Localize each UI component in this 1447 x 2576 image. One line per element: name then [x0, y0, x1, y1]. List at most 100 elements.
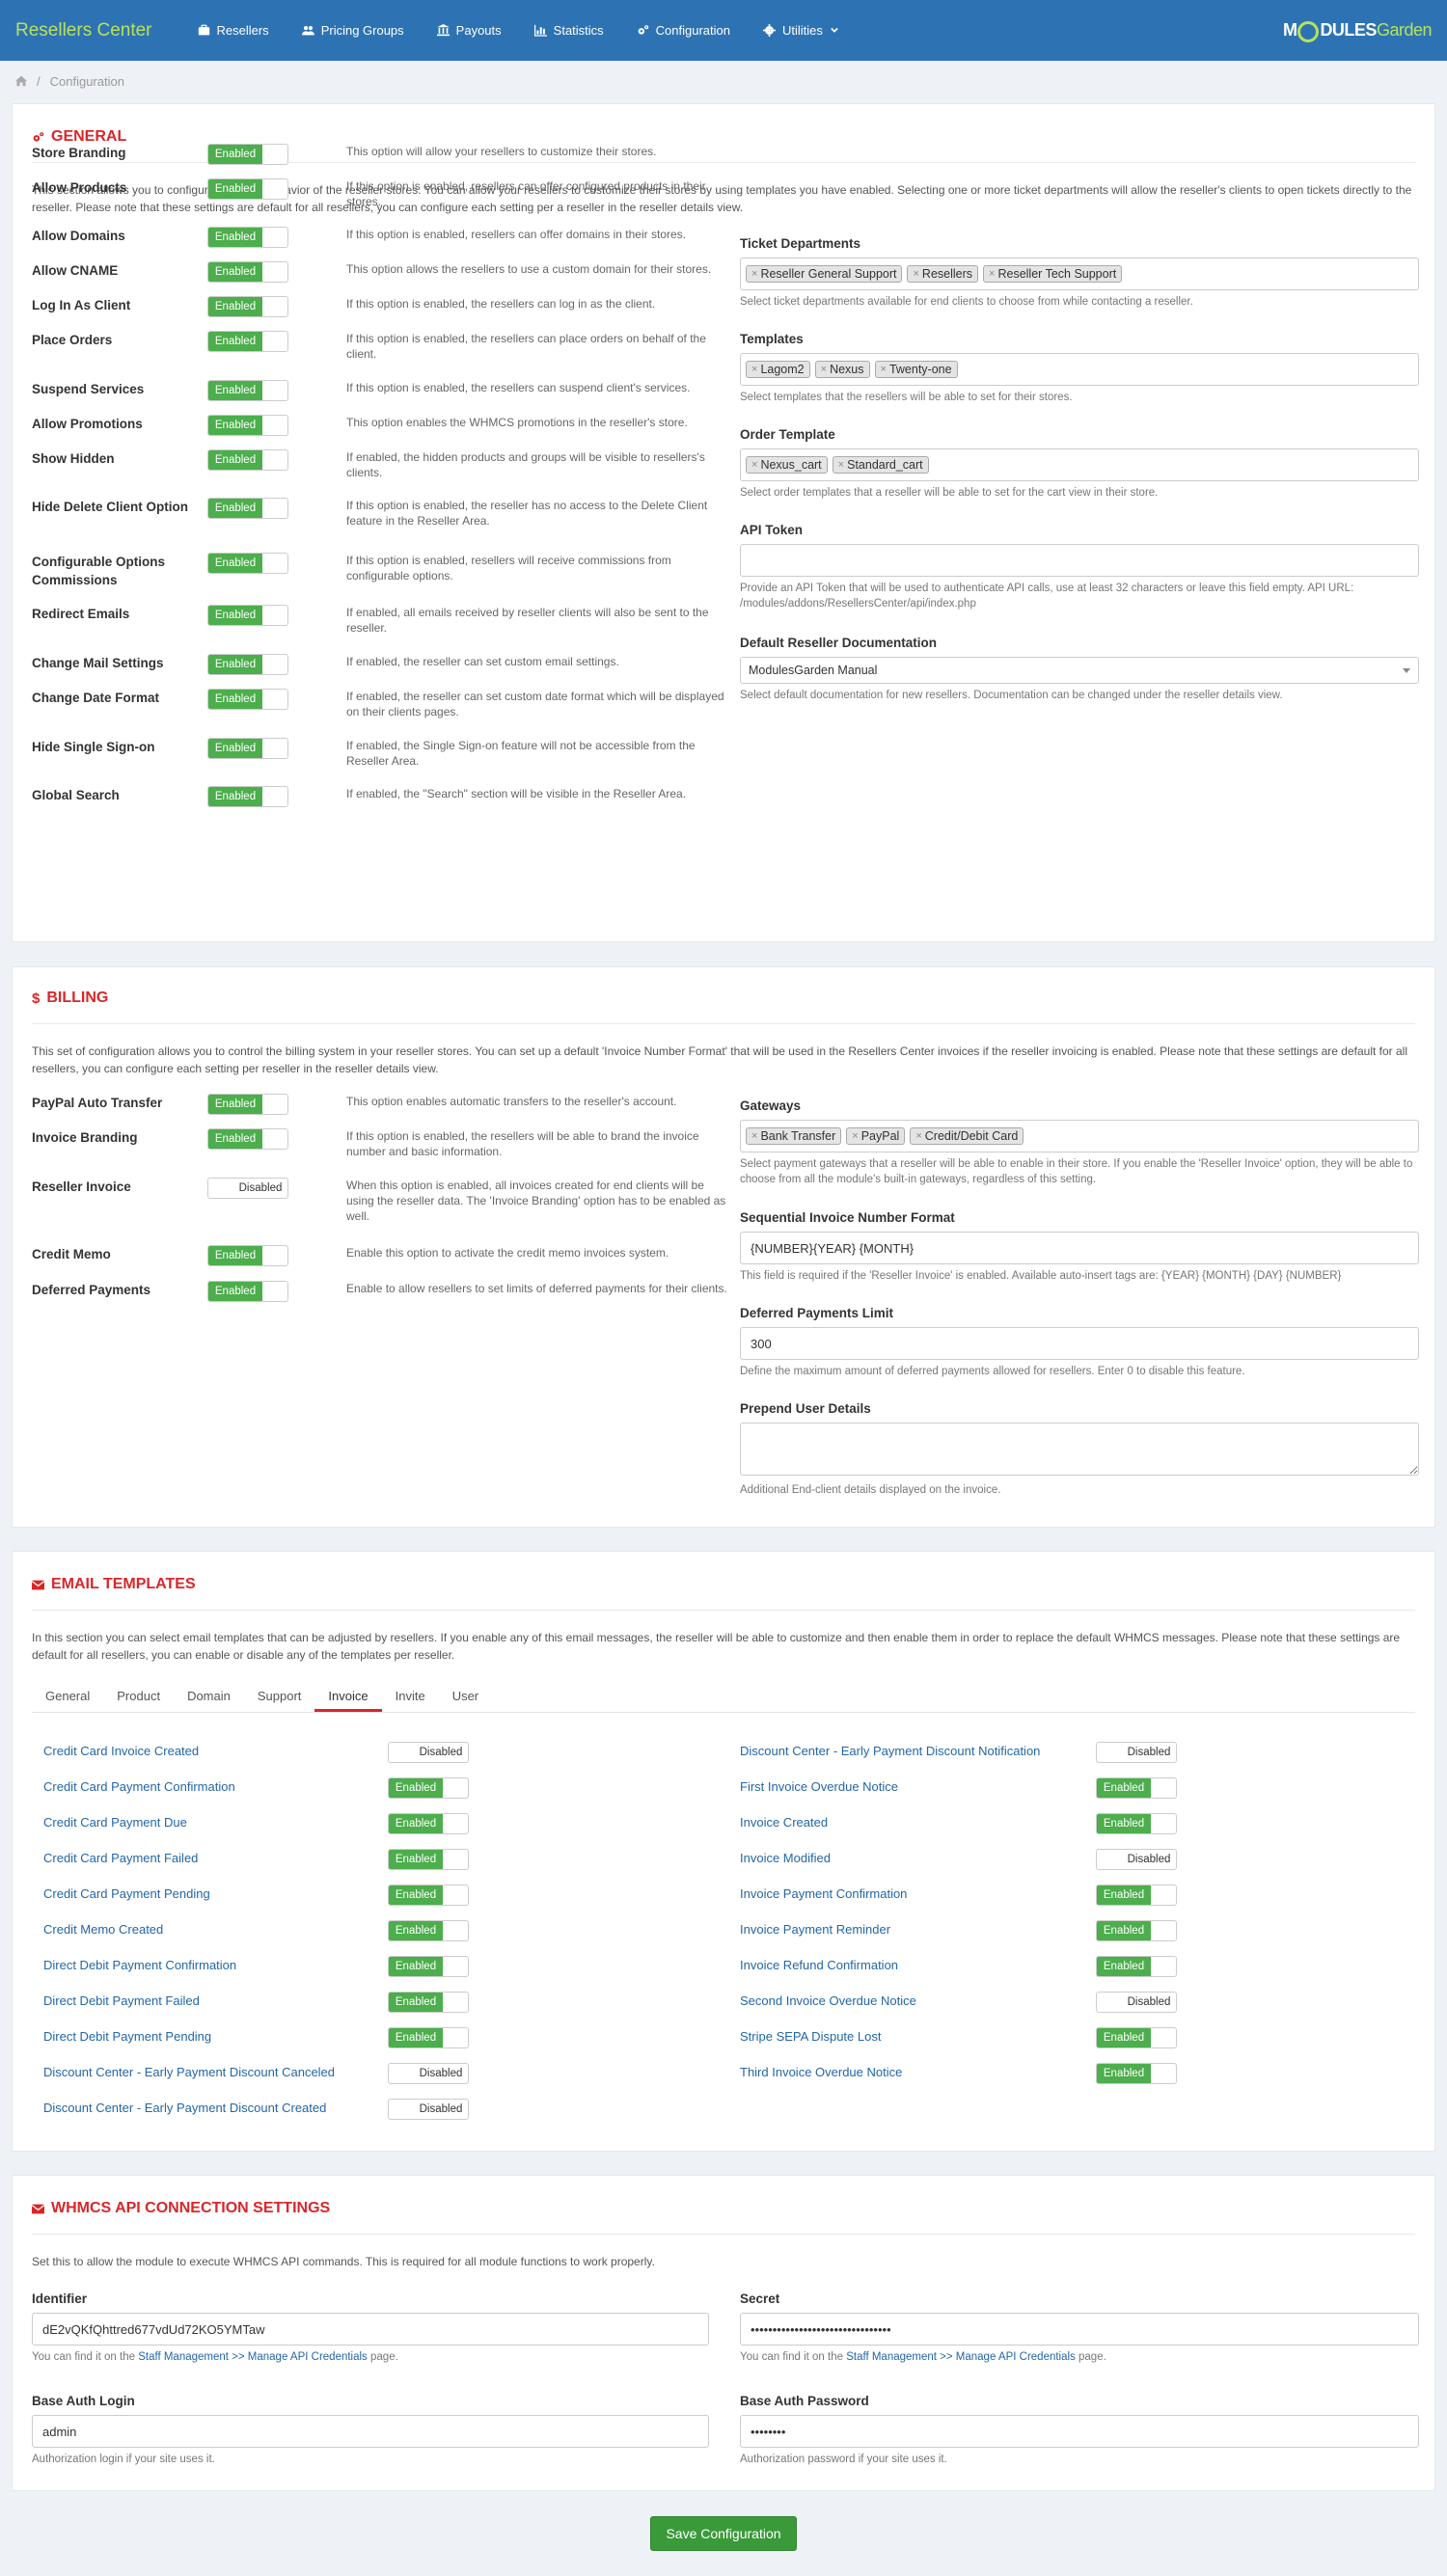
nav-utilities[interactable]: Utilities: [747, 23, 856, 38]
auth-password-input[interactable]: ••••••••: [740, 2415, 1419, 2448]
toggle-configurable-options-commissions[interactable]: Enabled: [207, 553, 288, 574]
email-template-toggle[interactable]: Enabled: [388, 2027, 469, 2048]
toggle-allow-promotions[interactable]: Enabled: [207, 415, 288, 436]
email-template-link[interactable]: Discount Center - Early Payment Discount…: [43, 2063, 335, 2082]
email-template-link[interactable]: Discount Center - Early Payment Discount…: [740, 1742, 1040, 1761]
email-template-link[interactable]: Invoice Modified: [740, 1849, 831, 1868]
remove-tag-icon[interactable]: ×: [751, 459, 757, 471]
toggle-reseller-invoice[interactable]: Disabled: [207, 1178, 288, 1199]
prepend-textarea[interactable]: [740, 1423, 1419, 1476]
email-template-link[interactable]: Credit Memo Created: [43, 1920, 163, 1939]
tab-invite[interactable]: Invite: [382, 1680, 439, 1712]
tab-invoice[interactable]: Invoice: [314, 1680, 382, 1712]
email-template-toggle[interactable]: Disabled: [388, 2099, 469, 2120]
email-template-toggle[interactable]: Enabled: [388, 1849, 469, 1870]
toggle-allow-cname[interactable]: Enabled: [207, 261, 288, 283]
email-template-toggle[interactable]: Enabled: [1096, 2027, 1177, 2048]
email-template-link[interactable]: Credit Card Payment Pending: [43, 1885, 210, 1904]
toggle-log-in-as-client[interactable]: Enabled: [207, 296, 288, 317]
nav-resellers[interactable]: Resellers: [181, 23, 286, 38]
email-template-toggle[interactable]: Disabled: [1096, 1849, 1177, 1870]
email-template-link[interactable]: Credit Card Payment Failed: [43, 1849, 198, 1868]
toggle-paypal-auto-transfer[interactable]: Enabled: [207, 1094, 288, 1115]
email-template-toggle[interactable]: Enabled: [1096, 1956, 1177, 1977]
email-template-link[interactable]: Invoice Payment Reminder: [740, 1920, 890, 1939]
remove-tag-icon[interactable]: ×: [915, 1130, 921, 1142]
email-template-toggle[interactable]: Enabled: [1096, 1777, 1177, 1799]
email-template-link[interactable]: Third Invoice Overdue Notice: [740, 2063, 902, 2082]
nav-configuration[interactable]: Configuration: [620, 23, 747, 38]
tab-user[interactable]: User: [439, 1680, 492, 1712]
order-template-select[interactable]: × Nexus_cart × Standard_cart: [740, 448, 1419, 481]
remove-tag-icon[interactable]: ×: [881, 364, 887, 375]
email-template-toggle[interactable]: Enabled: [388, 1992, 469, 2013]
manage-api-credentials-link[interactable]: Staff Management >> Manage API Credentia…: [846, 2351, 1076, 2363]
gateways-select[interactable]: × Bank Transfer × PayPal × Credit/Debit Card: [740, 1120, 1419, 1152]
email-template-link[interactable]: Direct Debit Payment Failed: [43, 1992, 200, 2011]
email-template-toggle[interactable]: Enabled: [1096, 1885, 1177, 1906]
email-template-toggle[interactable]: Enabled: [388, 1777, 469, 1799]
email-template-toggle[interactable]: Disabled: [388, 1742, 469, 1763]
remove-tag-icon[interactable]: ×: [852, 1130, 858, 1142]
seq-format-input[interactable]: {NUMBER}{YEAR} {MONTH}: [740, 1232, 1419, 1264]
toggle-allow-domains[interactable]: Enabled: [207, 227, 288, 248]
email-template-link[interactable]: Direct Debit Payment Confirmation: [43, 1956, 236, 1975]
email-template-link[interactable]: Invoice Payment Confirmation: [740, 1885, 907, 1904]
remove-tag-icon[interactable]: ×: [838, 459, 844, 471]
email-template-toggle[interactable]: Disabled: [1096, 1992, 1177, 2013]
email-template-link[interactable]: Invoice Refund Confirmation: [740, 1956, 898, 1975]
email-template-link[interactable]: Credit Card Payment Due: [43, 1813, 187, 1832]
app-title[interactable]: Resellers Center: [15, 20, 152, 41]
api-token-input[interactable]: [740, 544, 1419, 577]
toggle-show-hidden[interactable]: Enabled: [207, 449, 288, 471]
email-template-toggle[interactable]: Disabled: [388, 2063, 469, 2084]
toggle-place-orders[interactable]: Enabled: [207, 331, 288, 352]
toggle-allow-products[interactable]: Enabled: [207, 178, 288, 200]
tab-support[interactable]: Support: [244, 1680, 315, 1712]
default-doc-select[interactable]: ModulesGarden Manual: [740, 657, 1419, 684]
email-template-toggle[interactable]: Enabled: [388, 1920, 469, 1941]
nav-pricing-groups[interactable]: Pricing Groups: [286, 23, 421, 38]
manage-api-credentials-link[interactable]: Staff Management >> Manage API Credentia…: [138, 2351, 368, 2363]
email-template-link[interactable]: Direct Debit Payment Pending: [43, 2027, 211, 2047]
email-template-toggle[interactable]: Enabled: [1096, 2063, 1177, 2084]
email-template-toggle[interactable]: Enabled: [388, 1956, 469, 1977]
tab-product[interactable]: Product: [103, 1680, 174, 1712]
toggle-suspend-services[interactable]: Enabled: [207, 380, 288, 401]
tab-general[interactable]: General: [32, 1680, 103, 1712]
toggle-store-branding[interactable]: Enabled: [207, 144, 288, 165]
deferred-limit-input[interactable]: 300: [740, 1327, 1419, 1360]
ticket-departments-select[interactable]: × Reseller General Support × Resellers × Rese…: [740, 258, 1419, 290]
remove-tag-icon[interactable]: ×: [751, 1130, 757, 1142]
toggle-credit-memo[interactable]: Enabled: [207, 1245, 288, 1266]
email-template-link[interactable]: Credit Card Invoice Created: [43, 1742, 199, 1761]
toggle-change-date-format[interactable]: Enabled: [207, 689, 288, 710]
toggle-change-mail-settings[interactable]: Enabled: [207, 654, 288, 675]
remove-tag-icon[interactable]: ×: [751, 364, 757, 375]
nav-payouts[interactable]: Payouts: [421, 23, 518, 38]
email-template-toggle[interactable]: Enabled: [1096, 1920, 1177, 1941]
toggle-hide-single-sign-on[interactable]: Enabled: [207, 738, 288, 759]
auth-login-input[interactable]: admin: [32, 2415, 709, 2448]
email-template-link[interactable]: Stripe SEPA Dispute Lost: [740, 2027, 881, 2047]
templates-select[interactable]: × Lagom2 × Nexus × Twenty-one: [740, 353, 1419, 386]
tab-domain[interactable]: Domain: [174, 1680, 244, 1712]
email-template-toggle[interactable]: Enabled: [1096, 1813, 1177, 1834]
remove-tag-icon[interactable]: ×: [751, 268, 757, 280]
toggle-invoice-branding[interactable]: Enabled: [207, 1128, 288, 1150]
email-template-toggle[interactable]: Disabled: [1096, 1742, 1177, 1763]
save-configuration-button[interactable]: Save Configuration: [650, 2516, 797, 2551]
toggle-hide-delete-client-option[interactable]: Enabled: [207, 498, 288, 519]
toggle-deferred-payments[interactable]: Enabled: [207, 1281, 288, 1302]
email-template-link[interactable]: Discount Center - Early Payment Discount…: [43, 2099, 326, 2118]
home-icon[interactable]: [15, 75, 27, 87]
email-template-link[interactable]: Invoice Created: [740, 1813, 828, 1832]
secret-input[interactable]: ••••••••••••••••••••••••••••••••: [740, 2313, 1419, 2346]
remove-tag-icon[interactable]: ×: [913, 268, 918, 280]
toggle-redirect-emails[interactable]: Enabled: [207, 605, 288, 626]
email-template-toggle[interactable]: Enabled: [388, 1813, 469, 1834]
toggle-global-search[interactable]: Enabled: [207, 786, 288, 807]
email-template-toggle[interactable]: Enabled: [388, 1885, 469, 1906]
remove-tag-icon[interactable]: ×: [821, 364, 827, 375]
identifier-input[interactable]: dE2vQKfQhttred677vdUd72KO5YMTaw: [32, 2313, 709, 2346]
